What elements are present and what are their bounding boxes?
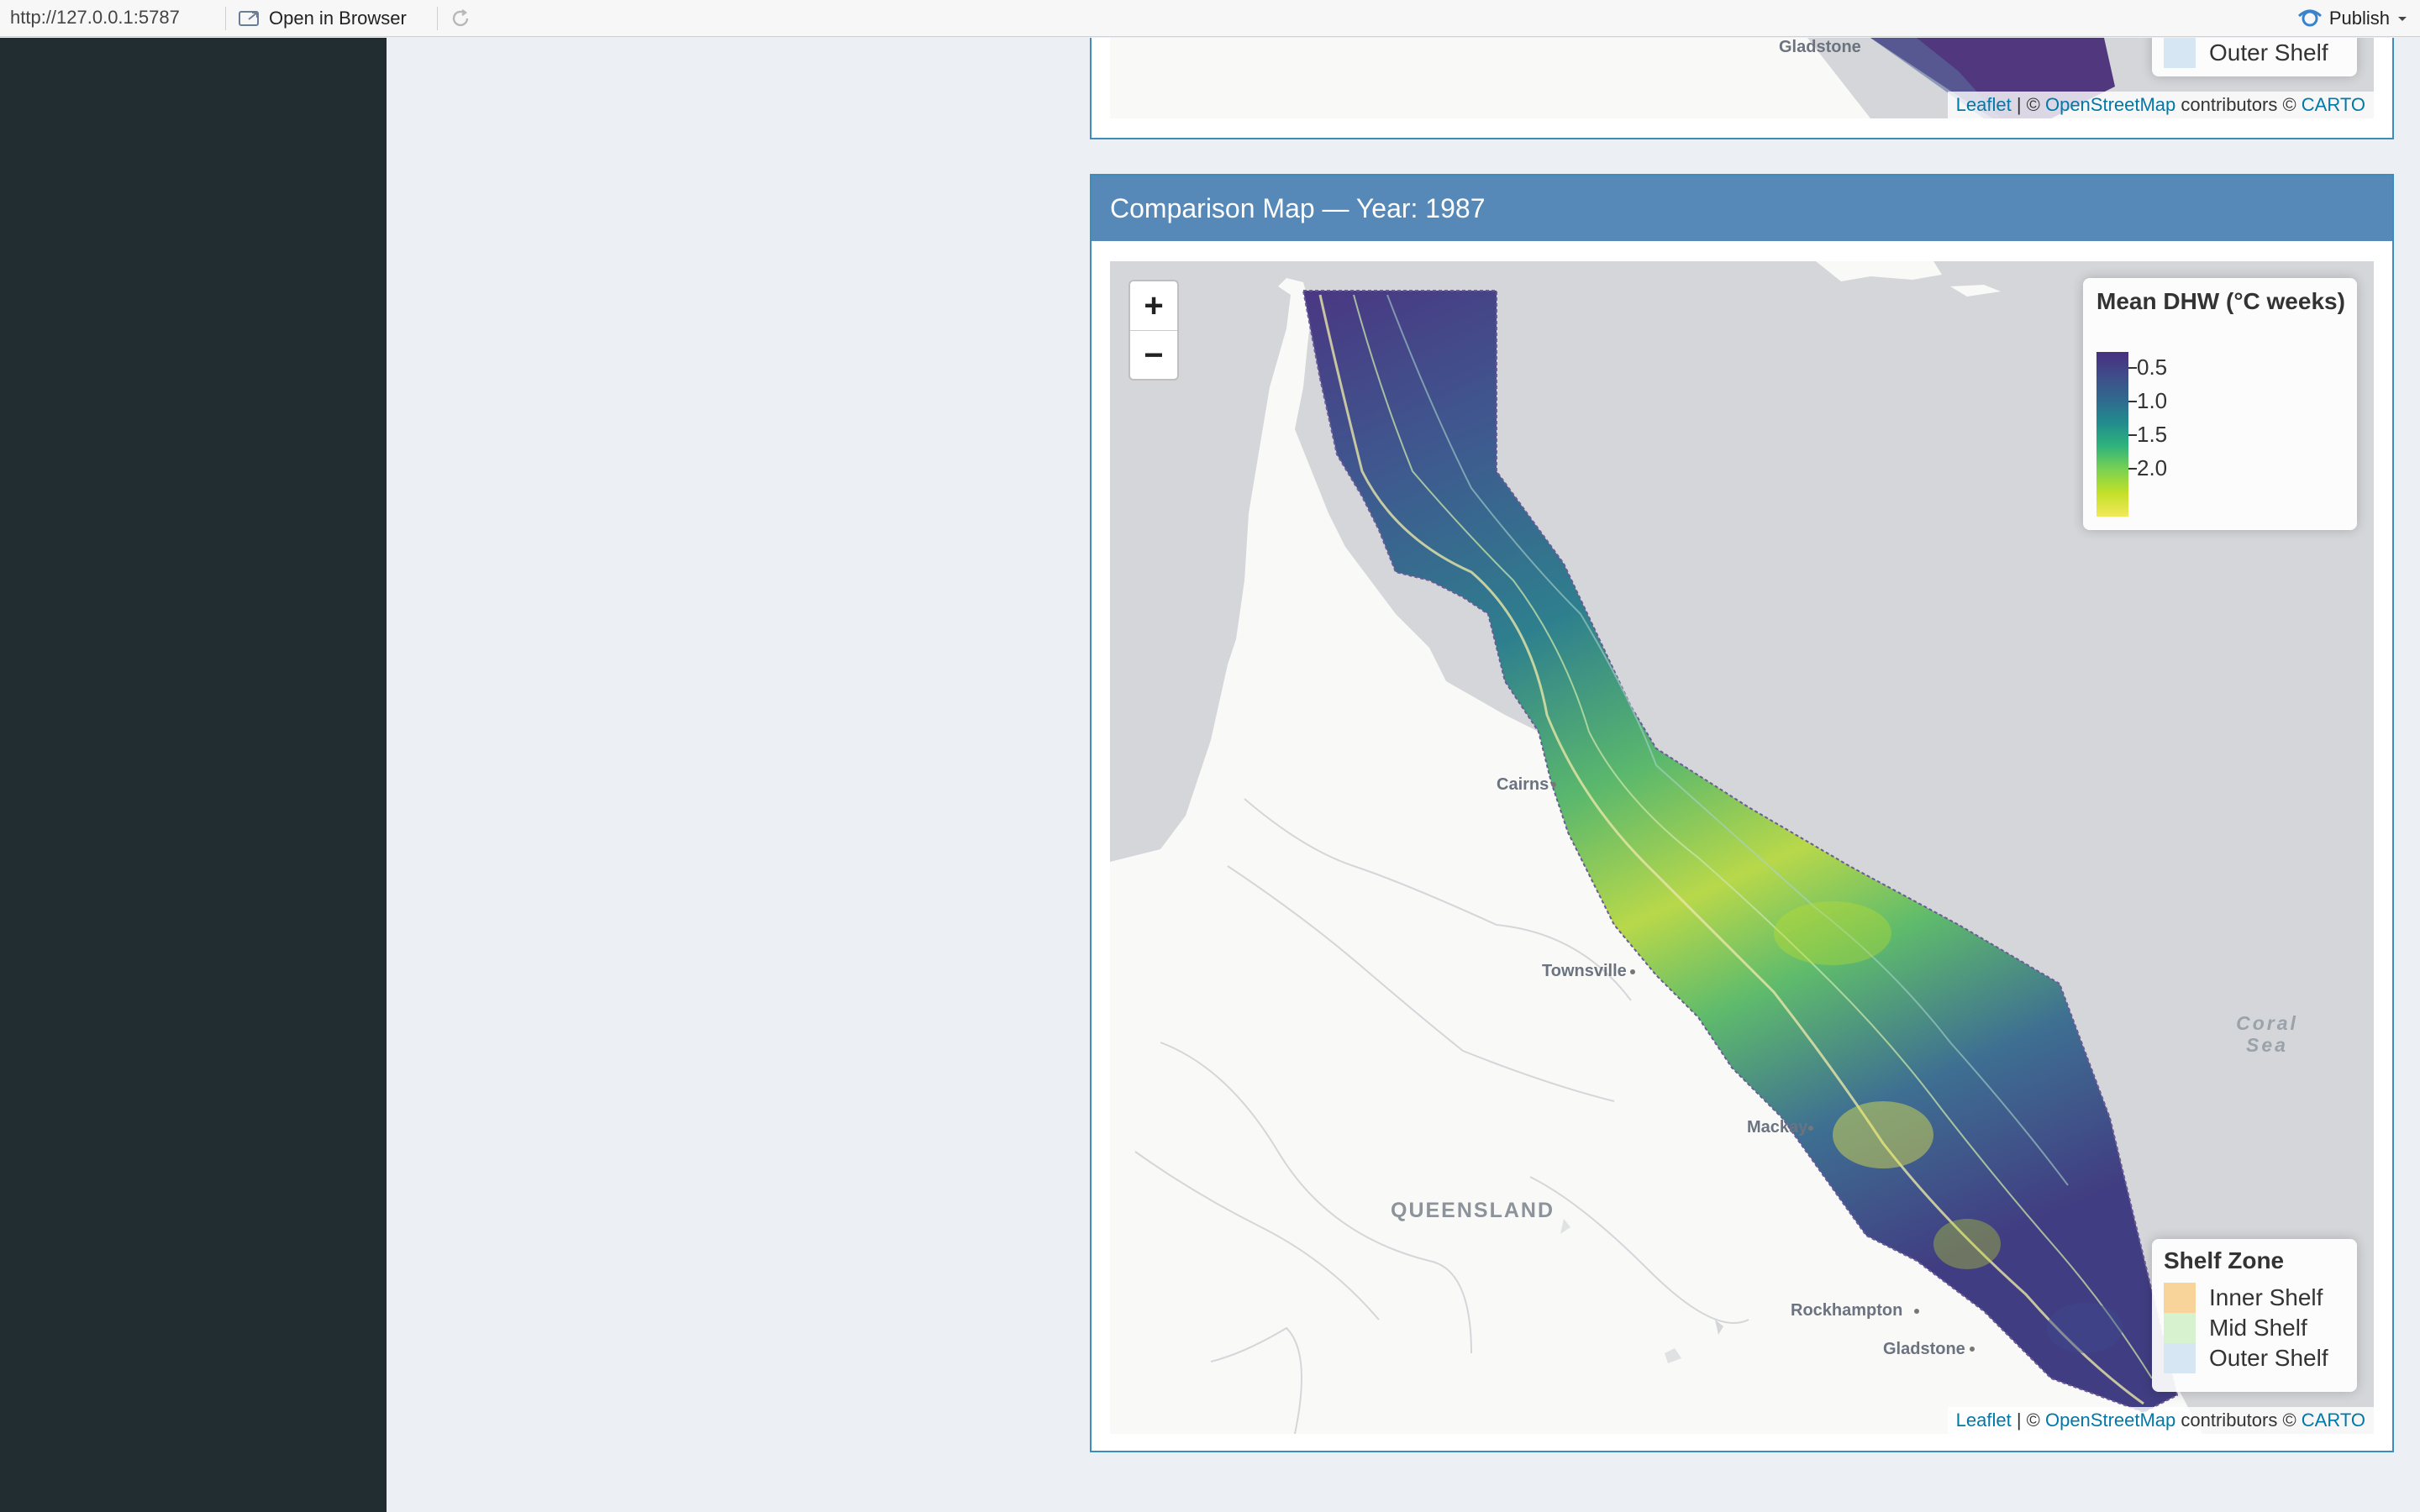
osm-link[interactable]: OpenStreetMap bbox=[2045, 94, 2175, 115]
toolbar-divider bbox=[225, 7, 226, 30]
zoom-control: + − bbox=[1128, 280, 1179, 381]
sidebar bbox=[0, 38, 387, 1512]
dhw-legend: Mean DHW (°C weeks) 0.5 1.0 1.5 2.0 bbox=[2083, 278, 2357, 530]
shelf-legend-title: Shelf Zone bbox=[2164, 1247, 2285, 1273]
legend-swatch bbox=[2164, 1313, 2196, 1343]
open-in-browser-label: Open in Browser bbox=[269, 8, 407, 29]
place-label-gladstone: Gladstone bbox=[1779, 38, 1861, 56]
map-attribution: Leaflet | © OpenStreetMap contributors ©… bbox=[1947, 1407, 2374, 1434]
leaflet-link[interactable]: Leaflet bbox=[1956, 1410, 2012, 1431]
legend-tick bbox=[2128, 367, 2137, 369]
place-label-townsville: Townsville bbox=[1542, 962, 1627, 980]
zoom-in-button[interactable]: + bbox=[1130, 281, 1177, 331]
publish-label: Publish bbox=[2328, 8, 2390, 29]
legend-label: Mid Shelf bbox=[2209, 1315, 2307, 1341]
dhw-color-ramp bbox=[2096, 352, 2128, 517]
attribution-text: | © bbox=[2011, 1410, 2045, 1431]
refresh-button[interactable] bbox=[447, 5, 474, 32]
zoom-out-button[interactable]: − bbox=[1130, 331, 1177, 380]
open-browser-icon bbox=[239, 11, 259, 26]
legend-item-inner-shelf: Inner Shelf bbox=[2164, 1283, 2323, 1313]
sea-label-coral-sea: Coral Sea bbox=[2236, 1012, 2298, 1056]
viewer-toolbar: http://127.0.0.1:5787 Open in Browser Pu… bbox=[0, 0, 2420, 37]
publish-icon bbox=[2297, 9, 2322, 27]
legend-tick bbox=[2128, 434, 2137, 436]
legend-label: Outer Shelf bbox=[2209, 1345, 2328, 1371]
open-in-browser-button[interactable]: Open in Browser bbox=[239, 5, 407, 32]
comparison-map-title: Comparison Map — Year: 1987 bbox=[1092, 176, 2392, 241]
carto-link[interactable]: CARTO bbox=[2302, 94, 2365, 115]
leaflet-link[interactable]: Leaflet bbox=[1956, 94, 2012, 115]
legend-item-mid-shelf: Mid Shelf bbox=[2164, 1313, 2307, 1343]
shelf-zone-legend: Shelf Zone Inner Shelf Mid Shelf Outer S… bbox=[2152, 1239, 2357, 1392]
legend-swatch bbox=[2164, 1283, 2196, 1313]
legend-label: Inner Shelf bbox=[2209, 1284, 2323, 1310]
legend-tick-label: 1.5 bbox=[2137, 422, 2168, 447]
legend-tick bbox=[2128, 401, 2137, 402]
place-label-rockhampton: Rockhampton bbox=[1791, 1301, 1903, 1320]
attribution-text: | © bbox=[2011, 94, 2045, 115]
region-label-queensland: QUEENSLAND bbox=[1391, 1199, 1555, 1222]
legend-tick-label: 0.5 bbox=[2137, 354, 2168, 380]
url-text: http://127.0.0.1:5787 bbox=[10, 7, 180, 28]
shelf-legend-partial: Outer Shelf bbox=[2152, 38, 2357, 76]
comparison-map-box: Comparison Map — Year: 1987 Cairns Towns… bbox=[1090, 174, 2394, 1452]
place-label-cairns: Cairns bbox=[1497, 775, 1549, 794]
toolbar-divider bbox=[437, 7, 438, 30]
place-label-gladstone: Gladstone bbox=[1883, 1340, 1965, 1358]
previous-map[interactable]: Gladstone Outer Shelf Leaflet | © OpenSt… bbox=[1110, 38, 2374, 118]
previous-map-box: Gladstone Outer Shelf Leaflet | © OpenSt… bbox=[1090, 38, 2394, 139]
map-attribution: Leaflet | © OpenStreetMap contributors ©… bbox=[1947, 92, 2374, 118]
refresh-icon bbox=[452, 9, 469, 27]
legend-tick-label: 1.0 bbox=[2137, 388, 2168, 413]
place-label-mackay: Mackay bbox=[1747, 1118, 1808, 1137]
legend-swatch bbox=[2164, 38, 2196, 68]
publish-button[interactable]: Publish bbox=[2297, 5, 2408, 32]
dhw-legend-title: Mean DHW (°C weeks) bbox=[2096, 288, 2345, 314]
legend-tick-label: 2.0 bbox=[2137, 455, 2168, 480]
legend-tick bbox=[2128, 468, 2137, 470]
legend-swatch bbox=[2164, 1343, 2196, 1373]
osm-link[interactable]: OpenStreetMap bbox=[2045, 1410, 2175, 1431]
carto-link[interactable]: CARTO bbox=[2302, 1410, 2365, 1431]
legend-item-outer-shelf: Outer Shelf bbox=[2164, 1343, 2328, 1373]
attribution-text: contributors © bbox=[2175, 1410, 2302, 1431]
legend-label-outer-shelf: Outer Shelf bbox=[2209, 39, 2328, 66]
comparison-map[interactable]: Cairns Townsville Mackay Rockhampton Gla… bbox=[1110, 261, 2374, 1434]
attribution-text: contributors © bbox=[2175, 94, 2302, 115]
chevron-down-icon[interactable] bbox=[2396, 14, 2408, 23]
